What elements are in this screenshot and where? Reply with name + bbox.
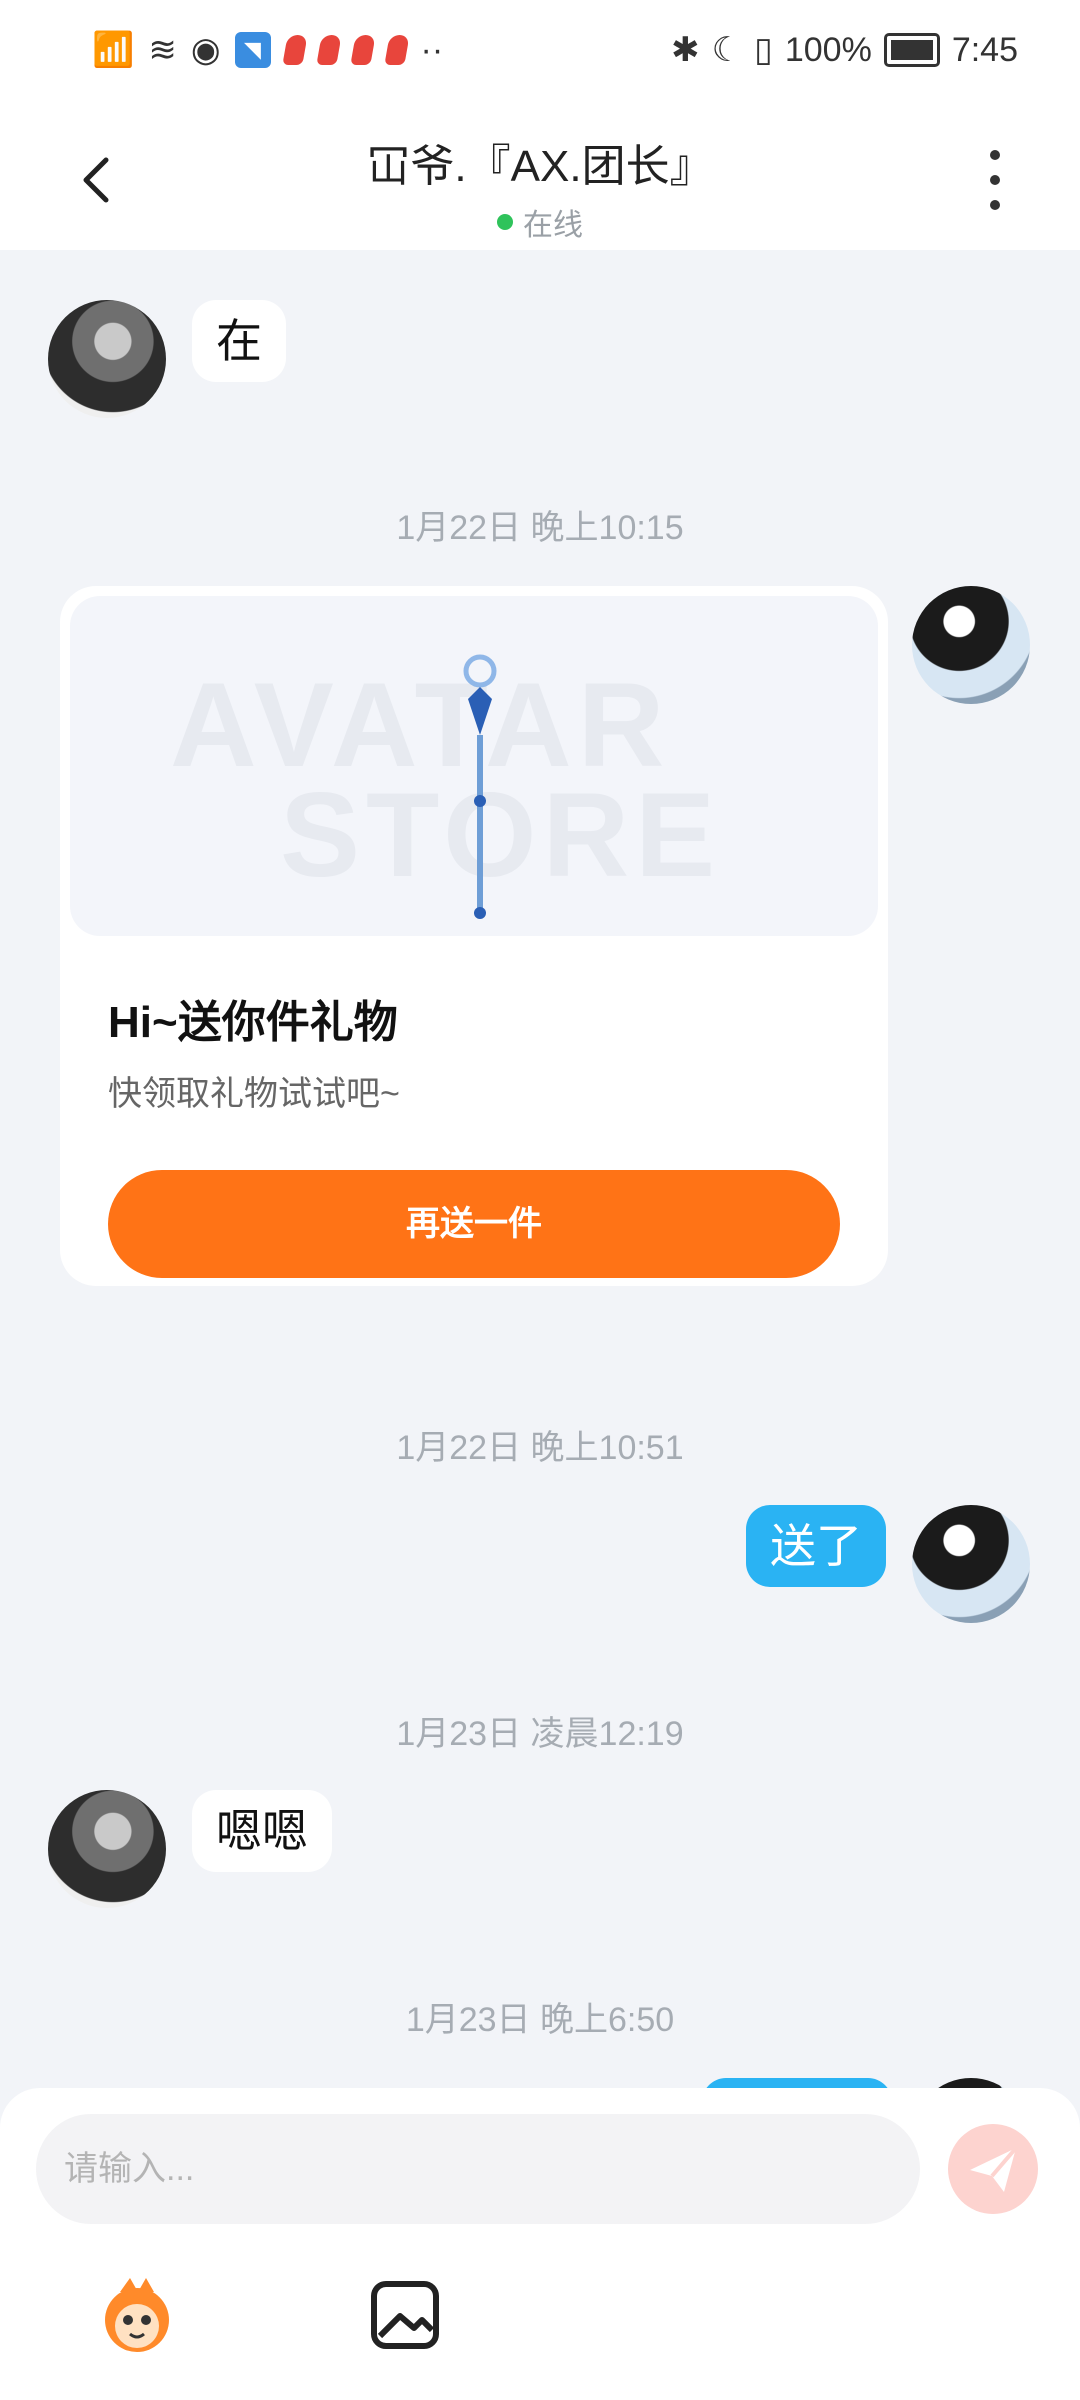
more-dot bbox=[990, 200, 1000, 210]
status-bar: 📶 ≋ ◉ ◥ ·· ✱ ☾ ▯ 100% 7:45 bbox=[0, 0, 1080, 110]
vibrate-icon: ▯ bbox=[754, 31, 773, 69]
status-icons-left: 📶 ≋ ◉ ◥ ·· bbox=[92, 30, 443, 70]
send-icon bbox=[970, 2146, 1018, 2192]
chat-header: 冚爷.『AX.团长』 在线 bbox=[0, 110, 1080, 250]
notification-icon bbox=[281, 35, 308, 65]
contact-avatar[interactable] bbox=[48, 300, 166, 418]
emoji-mascot-icon bbox=[105, 2278, 169, 2352]
message-bubble[interactable]: 嗯嗯 bbox=[192, 1790, 332, 1872]
timestamp: 1月22日 晚上10:15 bbox=[396, 509, 684, 547]
wifi-icon: ≋ bbox=[148, 31, 177, 69]
message-bubble[interactable]: 在 bbox=[192, 300, 286, 382]
timestamp: 1月22日 晚上10:51 bbox=[396, 1429, 684, 1467]
my-avatar[interactable] bbox=[912, 586, 1030, 704]
timestamp: 1月23日 凌晨12:19 bbox=[396, 1715, 684, 1753]
image-button[interactable] bbox=[360, 2270, 450, 2360]
status-icons-right: ✱ ☾ ▯ 100% 7:45 bbox=[671, 30, 1018, 70]
more-notifications-icon: ·· bbox=[420, 31, 444, 69]
bluetooth-icon: ✱ bbox=[671, 31, 700, 69]
signal-icon: 📶 bbox=[92, 31, 135, 69]
notification-icon bbox=[315, 35, 342, 65]
contact-avatar[interactable] bbox=[48, 1790, 166, 1908]
notification-icon bbox=[383, 35, 410, 65]
contact-name: 冚爷.『AX.团长』 bbox=[366, 142, 714, 191]
more-dot bbox=[990, 175, 1000, 185]
title-area: 冚爷.『AX.团长』 在线 bbox=[0, 130, 1080, 244]
moon-icon: ☾ bbox=[711, 31, 743, 69]
timestamp: 1月23日 晚上6:50 bbox=[405, 2001, 675, 2039]
message-input[interactable]: 请输入... bbox=[36, 2114, 920, 2224]
clock: 7:45 bbox=[951, 30, 1018, 69]
gift-title: Hi~送你件礼物 bbox=[108, 998, 398, 1047]
image-icon bbox=[371, 2281, 439, 2349]
my-avatar[interactable] bbox=[912, 1505, 1030, 1623]
app-notification-icon: ◥ bbox=[234, 32, 271, 68]
send-another-button[interactable]: 再送一件 bbox=[108, 1170, 840, 1278]
composer: 请输入... bbox=[0, 2088, 1080, 2400]
notification-icon bbox=[349, 35, 376, 65]
gift-image: AVATAR STORE bbox=[70, 596, 878, 936]
battery-icon bbox=[883, 33, 940, 67]
gift-card[interactable]: AVATAR STORE Hi~送你件礼物 快领取礼物试试吧~ 再送一件 bbox=[60, 586, 888, 1286]
send-button[interactable] bbox=[948, 2124, 1038, 2214]
gift-subtitle: 快领取礼物试试吧~ bbox=[108, 1075, 400, 1113]
more-vertical-icon bbox=[990, 150, 1000, 160]
battery-percent: 100% bbox=[784, 30, 872, 69]
staff-icon bbox=[463, 654, 497, 919]
eye-icon: ◉ bbox=[190, 31, 221, 69]
chat-list[interactable]: 在 1月22日 晚上10:15 AVATAR STORE Hi~送你件礼物 快领… bbox=[0, 250, 1080, 2090]
message-bubble[interactable]: 送了 bbox=[746, 1505, 886, 1587]
online-status-label: 在线 bbox=[523, 209, 583, 242]
online-status: 在线 bbox=[497, 200, 583, 244]
online-dot-icon bbox=[497, 214, 513, 230]
more-button[interactable] bbox=[980, 150, 1010, 210]
emoji-button[interactable] bbox=[92, 2270, 182, 2360]
